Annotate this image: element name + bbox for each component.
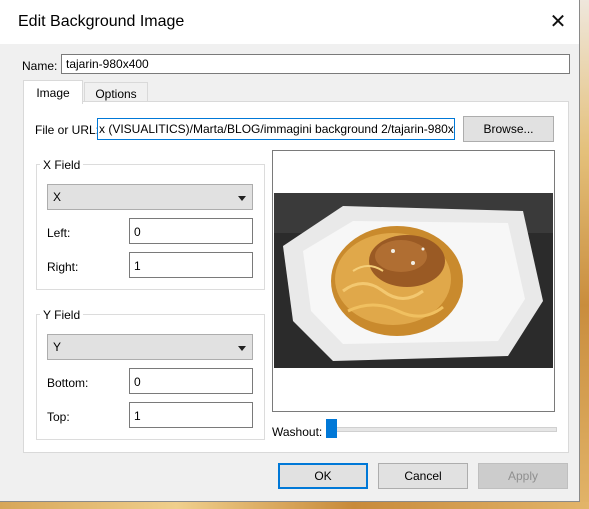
top-input[interactable]: 1: [129, 402, 253, 428]
right-label: Right:: [47, 260, 79, 274]
apply-button[interactable]: Apply: [478, 463, 568, 489]
left-input[interactable]: 0: [129, 218, 253, 244]
chevron-down-icon: [238, 196, 246, 201]
y-field-select[interactable]: Y: [47, 334, 253, 360]
bottom-label: Bottom:: [47, 376, 89, 390]
ok-button[interactable]: OK: [278, 463, 368, 489]
top-label: Top:: [47, 410, 70, 424]
bottom-input[interactable]: 0: [129, 368, 253, 394]
file-url-input[interactable]: x (VISUALITICS)/Marta/BLOG/immagini back…: [97, 118, 455, 140]
image-preview: [272, 150, 555, 412]
pasta-photo: [273, 151, 554, 411]
file-url-label: File or URL:: [35, 123, 100, 137]
washout-slider-thumb[interactable]: [326, 419, 337, 438]
y-field-selected: Y: [53, 340, 62, 354]
left-label: Left:: [47, 226, 71, 240]
x-field-select[interactable]: X: [47, 184, 253, 210]
tab-image[interactable]: Image: [23, 80, 83, 104]
background-photo-edge: [580, 0, 589, 509]
cancel-button[interactable]: Cancel: [378, 463, 468, 489]
edit-background-image-dialog: Edit Background Image ✕ Name: tajarin-98…: [0, 0, 580, 502]
chevron-down-icon: [238, 346, 246, 351]
x-field-selected: X: [53, 190, 62, 204]
washout-label: Washout:: [272, 425, 323, 439]
dialog-title: Edit Background Image: [18, 13, 185, 30]
background-photo-edge-bottom: [0, 502, 589, 509]
close-icon[interactable]: ✕: [540, 6, 576, 36]
x-field-title: X Field: [40, 158, 84, 172]
name-label: Name:: [22, 59, 58, 73]
y-field-title: Y Field: [40, 308, 84, 322]
washout-slider-track[interactable]: [327, 427, 557, 432]
browse-button[interactable]: Browse...: [463, 116, 554, 142]
name-input[interactable]: tajarin-980x400: [61, 54, 570, 74]
title-bar: Edit Background Image ✕: [0, 0, 579, 44]
right-input[interactable]: 1: [129, 252, 253, 278]
